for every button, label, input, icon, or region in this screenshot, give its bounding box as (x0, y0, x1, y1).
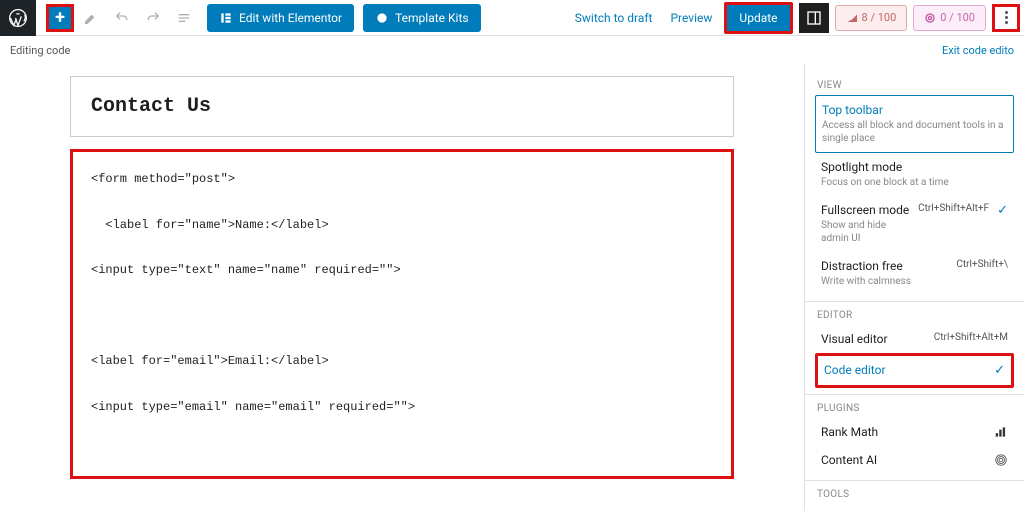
edit-icon[interactable] (77, 4, 105, 32)
undo-icon[interactable] (108, 4, 136, 32)
settings-panel-toggle[interactable] (799, 3, 829, 33)
menu-distraction-free[interactable]: Distraction free Write with calmness Ctr… (815, 252, 1014, 295)
section-editor-label: EDITOR (817, 310, 1014, 321)
switch-draft-link[interactable]: Switch to draft (569, 7, 659, 29)
section-tools-label: TOOLS (817, 489, 1014, 500)
template-kits-label: Template Kits (395, 11, 468, 25)
edit-elementor-label: Edit with Elementor (239, 11, 342, 25)
menu-top-toolbar[interactable]: Top toolbar Access all block and documen… (815, 95, 1014, 153)
section-plugins-label: PLUGINS (817, 403, 1014, 414)
list-view-icon[interactable] (170, 4, 198, 32)
code-editor-content[interactable]: <form method="post"> <label for="name">N… (70, 149, 734, 479)
seo-score-red[interactable]: 8 / 100 (835, 5, 908, 31)
menu-content-ai[interactable]: Content AI (815, 446, 1014, 474)
template-kits-button[interactable]: Template Kits (363, 4, 480, 32)
top-toolbar: + Edit with Elementor Template Kits Swit… (0, 0, 1024, 36)
fingerprint-icon (994, 453, 1008, 467)
exit-code-editor-link[interactable]: Exit code edito (942, 44, 1014, 57)
menu-rank-math[interactable]: Rank Math (815, 418, 1014, 446)
redo-icon[interactable] (139, 4, 167, 32)
menu-spotlight-mode[interactable]: Spotlight mode Focus on one block at a t… (815, 153, 1014, 196)
wordpress-logo[interactable] (0, 0, 36, 36)
update-button[interactable]: Update (724, 2, 792, 34)
check-icon: ✓ (994, 363, 1005, 378)
check-icon: ✓ (997, 203, 1008, 218)
more-options-button[interactable] (992, 4, 1020, 32)
options-dropdown: VIEW Top toolbar Access all block and do… (804, 64, 1024, 511)
edit-elementor-button[interactable]: Edit with Elementor (207, 4, 354, 32)
editor-canvas: Contact Us <form method="post"> <label f… (0, 64, 804, 511)
sub-toolbar: Editing code Exit code edito (0, 36, 1024, 64)
post-title[interactable]: Contact Us (70, 76, 734, 137)
menu-reusable-blocks[interactable]: Manage Reusable blocks (815, 504, 1014, 511)
section-view-label: VIEW (817, 80, 1014, 91)
seo-score-pink[interactable]: 0 / 100 (913, 5, 986, 31)
menu-code-editor[interactable]: Code editor ✓ (815, 353, 1014, 388)
add-block-button[interactable]: + (46, 4, 74, 32)
mode-label: Editing code (10, 44, 70, 57)
chart-icon (994, 425, 1008, 439)
menu-fullscreen-mode[interactable]: Fullscreen mode Show and hide admin UI C… (815, 196, 1014, 252)
preview-link[interactable]: Preview (664, 7, 718, 29)
toolbar-left: + Edit with Elementor Template Kits (36, 4, 481, 32)
toolbar-right: Switch to draft Preview Update 8 / 100 0… (569, 2, 1024, 34)
menu-visual-editor[interactable]: Visual editor Ctrl+Shift+Alt+M (815, 325, 1014, 353)
